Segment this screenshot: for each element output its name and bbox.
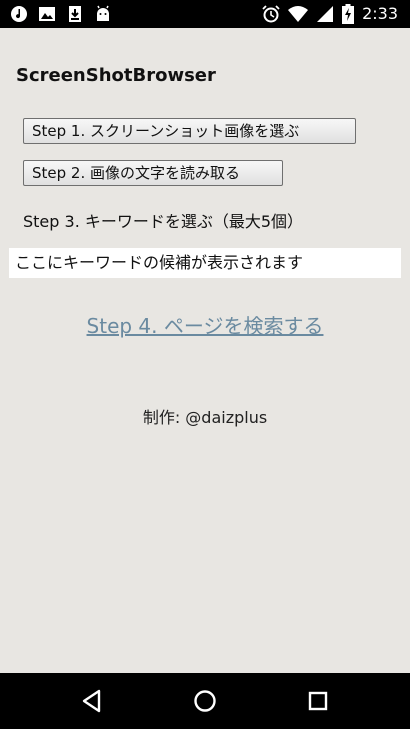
home-icon[interactable] [191,687,219,715]
recents-icon[interactable] [304,687,332,715]
music-icon [10,5,28,23]
status-bar: 2:33 [0,0,410,28]
battery-charging-icon [342,4,355,24]
app-title: ScreenShotBrowser [16,65,216,86]
wifi-icon [288,5,309,23]
system-icons: 2:33 [262,4,398,24]
keyword-candidates-area[interactable]: ここにキーワードの候補が表示されます [9,248,401,278]
alarm-icon [262,5,280,23]
download-icon [66,5,84,23]
select-screenshot-button[interactable]: Step 1. スクリーンショット画像を選ぶ [23,118,356,144]
navigation-bar [0,673,410,729]
credit-text: 制作: @daizplus [142,408,268,427]
clock-time: 2:33 [362,4,398,23]
android-icon [94,5,112,23]
select-keywords-label: Step 3. キーワードを選ぶ（最大5個） [23,212,304,231]
main-content: ScreenShotBrowser Step 1. スクリーンショット画像を選ぶ… [0,28,410,673]
signal-icon [316,5,334,23]
search-page-link[interactable]: Step 4. ページを検索する [0,310,410,339]
image-icon [38,5,56,23]
read-text-button[interactable]: Step 2. 画像の文字を読み取る [23,160,283,186]
back-icon[interactable] [78,687,106,715]
notification-icons [10,5,112,23]
